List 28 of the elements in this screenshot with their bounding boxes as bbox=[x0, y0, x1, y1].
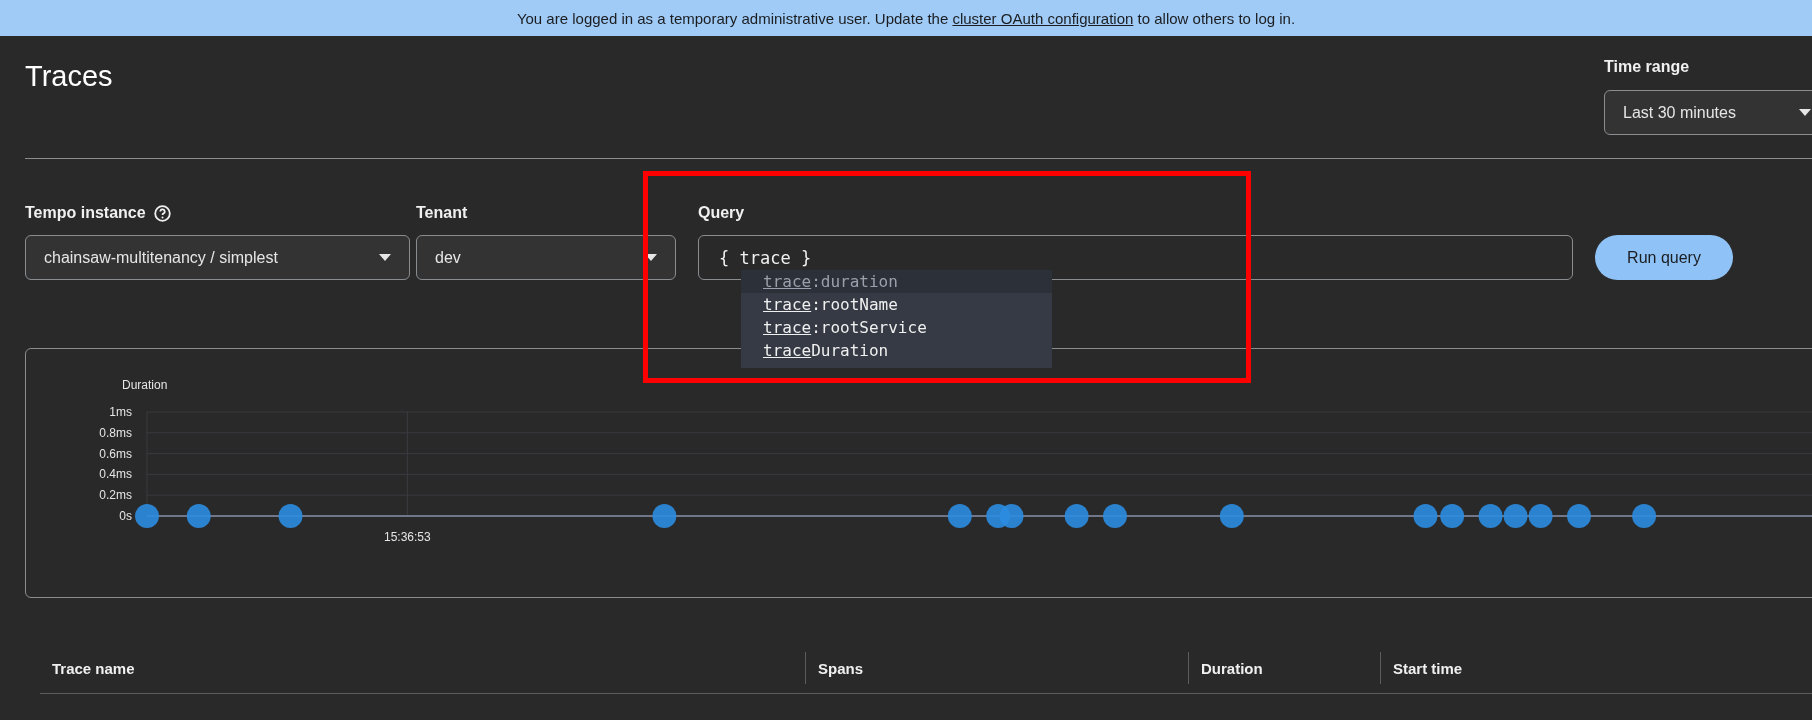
y-tick-label: 0.2ms bbox=[99, 488, 132, 503]
column-header: Duration bbox=[1201, 659, 1263, 677]
field-label: Time range bbox=[1604, 58, 1691, 76]
field-label: Tempo instance bbox=[25, 204, 146, 222]
page-title: Traces bbox=[25, 60, 113, 93]
field-label: Tenant bbox=[416, 204, 468, 222]
tenant-dropdown[interactable]: dev bbox=[416, 235, 676, 280]
suggestion-item[interactable]: trace:duration bbox=[741, 270, 1052, 293]
y-tick-label: 0.8ms bbox=[99, 425, 132, 440]
y-tick-label: 0.6ms bbox=[99, 446, 132, 461]
caret-icon bbox=[379, 254, 391, 261]
y-tick-label: 0s bbox=[119, 509, 132, 523]
field-label: Query bbox=[698, 204, 745, 222]
caret-icon bbox=[1799, 109, 1811, 116]
y-tick-label: 0.4ms bbox=[99, 467, 132, 482]
y-tick-label: 1ms bbox=[109, 405, 132, 419]
axis-title: Duration bbox=[122, 378, 168, 392]
time-range-dropdown[interactable]: Last 30 minutes bbox=[1604, 90, 1812, 135]
caret-icon bbox=[645, 254, 657, 261]
x-tick-label: 15:36:53 bbox=[384, 530, 431, 544]
instance-dropdown[interactable]: chainsaw-multitenancy / simplest bbox=[25, 235, 410, 280]
oauth-config-link[interactable]: cluster OAuth configuration bbox=[952, 9, 1134, 27]
column-header: Spans bbox=[818, 659, 863, 677]
banner-message: You are logged in as a temporary administrative user. Update the cluster OAuth configuration to allow others to log in. bbox=[516, 9, 1296, 27]
column-header: Trace name bbox=[52, 659, 135, 677]
run-query-button[interactable]: Run query bbox=[1595, 235, 1733, 280]
column-header: Start time bbox=[1393, 659, 1463, 677]
help-icon[interactable] bbox=[153, 204, 171, 222]
